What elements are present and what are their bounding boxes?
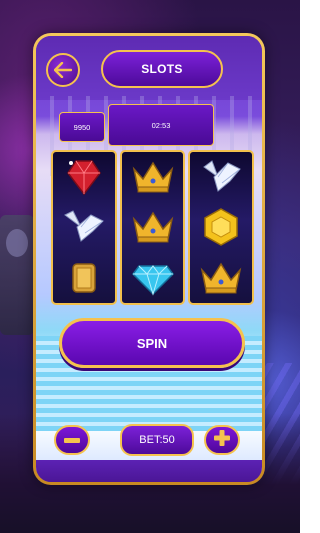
panel-bottom-band (36, 460, 262, 482)
credits-display: 9950 (59, 112, 105, 142)
crown-icon (193, 256, 249, 300)
ruby-gem-icon (56, 155, 112, 199)
timer-display: 02:53 (108, 104, 214, 146)
crown-icon (125, 205, 181, 249)
crown-icon (125, 155, 181, 199)
back-button[interactable] (46, 53, 80, 87)
slot-machine-panel: SLOTS 9950 02:53 SPIN BET:50 (36, 36, 262, 482)
increase-bet-button[interactable] (204, 425, 240, 455)
reel-3 (188, 150, 255, 305)
background-slot-machine (0, 215, 34, 335)
page-title: SLOTS (101, 50, 223, 88)
yellow-gem-icon (193, 205, 249, 249)
reels-area (51, 150, 255, 305)
topaz-gem-icon (56, 256, 112, 300)
game-background: SLOTS 9950 02:53 SPIN BET:50 (0, 0, 300, 533)
diamond-bird-icon (56, 205, 112, 249)
minus-icon (64, 431, 80, 449)
back-arrow-icon (54, 62, 72, 78)
spin-button[interactable]: SPIN (59, 318, 245, 368)
blue-diamond-icon (125, 256, 181, 300)
bet-display: BET:50 (120, 424, 194, 456)
reel-2 (119, 150, 186, 305)
diamond-bird-icon (193, 155, 249, 199)
plus-icon (214, 429, 230, 451)
reel-1 (51, 150, 117, 305)
slot-machine-frame: SLOTS 9950 02:53 SPIN BET:50 (33, 33, 265, 485)
decrease-bet-button[interactable] (54, 425, 90, 455)
